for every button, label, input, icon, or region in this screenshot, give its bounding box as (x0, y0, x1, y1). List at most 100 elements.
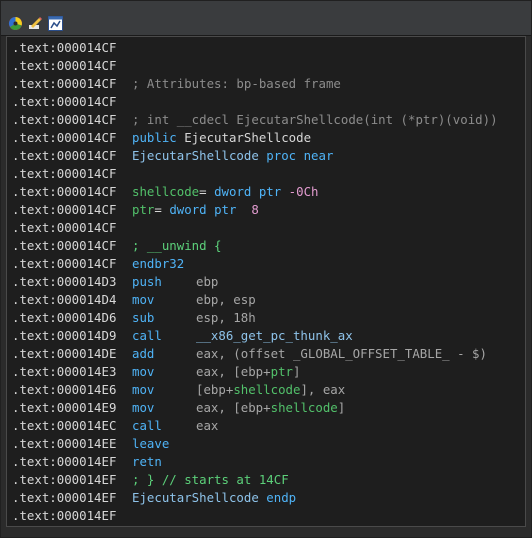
listing-line[interactable]: .text:000014EC call eax (12, 417, 218, 435)
stack-var-ref[interactable]: ptr (271, 364, 293, 379)
comment[interactable]: ; Attributes: bp-based frame (132, 76, 341, 91)
listing-line[interactable]: .text:000014CF (12, 165, 116, 183)
operand-tail[interactable]: ], eax (300, 382, 345, 397)
mnemonic[interactable]: sub (132, 309, 196, 327)
address-label[interactable]: .text:000014D9 (12, 328, 116, 343)
address-label[interactable]: .text:000014CF (12, 238, 116, 253)
proc-keyword[interactable]: endp (266, 490, 296, 505)
operand[interactable]: eax (196, 418, 218, 433)
stack-var-name[interactable]: ptr (132, 202, 154, 217)
equals[interactable]: = (199, 184, 214, 199)
operand-tail[interactable]: ] (293, 364, 300, 379)
address-label[interactable]: .text:000014CF (12, 166, 116, 181)
mnemonic[interactable]: mov (132, 291, 196, 309)
listing-line[interactable]: .text:000014EE leave (12, 435, 169, 453)
listing-line[interactable]: .text:000014E3 mov eax, [ebp+ptr] (12, 363, 300, 381)
operand-tail[interactable]: ] (338, 400, 345, 415)
listing-line[interactable]: .text:000014E9 mov eax, [ebp+shellcode] (12, 399, 345, 417)
stack-var-name[interactable]: shellcode (132, 184, 199, 199)
listing-line[interactable]: .text:000014CF ; int __cdecl EjecutarShel… (12, 111, 498, 129)
address-label[interactable]: .text:000014DE (12, 346, 116, 361)
mnemonic[interactable]: leave (132, 435, 196, 453)
operand[interactable]: eax, [ebp+ (196, 364, 271, 379)
listing-line[interactable]: .text:000014D9 call __x86_get_pc_thunk_ax (12, 327, 353, 345)
function-name[interactable]: EjecutarShellcode (132, 490, 266, 505)
listing-line[interactable]: .text:000014CF shellcode= dword ptr -0Ch (12, 183, 319, 201)
equals[interactable]: = (154, 202, 169, 217)
listing-line[interactable]: .text:000014DE add eax, (offset _GLOBAL_OF… (12, 345, 487, 363)
listing-line[interactable]: .text:000014CF endbr32 (12, 255, 184, 273)
operand[interactable]: esp, 18h (196, 310, 256, 325)
address-label[interactable]: .text:000014E6 (12, 382, 116, 397)
listing-line[interactable]: .text:000014EF retn (12, 453, 162, 471)
address-label[interactable]: .text:000014EF (12, 454, 116, 469)
address-label[interactable]: .text:000014CF (12, 184, 116, 199)
address-label[interactable]: .text:000014EE (12, 436, 116, 451)
mnemonic[interactable]: call (132, 327, 196, 345)
listing-line[interactable]: .text:000014CF public EjecutarShellcode (12, 129, 311, 147)
address-label[interactable]: .text:000014CF (12, 220, 116, 235)
address-label[interactable]: .text:000014EF (12, 490, 116, 505)
function-name[interactable]: EjecutarShellcode (132, 148, 266, 163)
address-label[interactable]: .text:000014D6 (12, 310, 116, 325)
address-label[interactable]: .text:000014CF (12, 94, 116, 109)
address-label[interactable]: .text:000014EC (12, 418, 116, 433)
mnemonic[interactable]: endbr32 (132, 255, 196, 273)
unwind-comment[interactable]: ; __unwind { (132, 238, 222, 253)
listing-line[interactable]: .text:000014CF (12, 57, 116, 75)
call-target[interactable]: __x86_get_pc_thunk_ax (196, 328, 353, 343)
address-label[interactable]: .text:000014CF (12, 202, 116, 217)
address-label[interactable]: .text:000014CF (12, 76, 116, 91)
operand[interactable]: eax, (offset _GLOBAL_OFFSET_TABLE_ - $) (196, 346, 487, 361)
operand[interactable]: ebp, esp (196, 292, 256, 307)
listing-line[interactable]: .text:000014CF EjecutarShellcode proc nea… (12, 147, 333, 165)
mnemonic[interactable]: mov (132, 363, 196, 381)
address-label[interactable]: .text:000014CF (12, 130, 116, 145)
function-name[interactable]: EjecutarShellcode (184, 130, 311, 145)
var-type[interactable]: dword ptr (214, 184, 281, 199)
address-label[interactable]: .text:000014CF (12, 40, 116, 55)
mnemonic[interactable]: push (132, 273, 196, 291)
listing-line[interactable]: .text:000014EF ; } // starts at 14CF (12, 471, 289, 489)
listing-line[interactable]: .text:000014E6 mov [ebp+shellcode], eax (12, 381, 345, 399)
listing-line[interactable]: .text:000014D3 push ebp (12, 273, 218, 291)
mnemonic[interactable]: call (132, 417, 196, 435)
proc-keyword[interactable]: proc near (266, 148, 333, 163)
operand[interactable]: [ebp+ (196, 382, 233, 397)
listing-line[interactable]: .text:000014EF (12, 507, 116, 525)
listing-line[interactable]: .text:000014CF (12, 219, 116, 237)
listing-line[interactable]: .text:000014EF EjecutarShellcode endp (12, 489, 296, 507)
listing-line[interactable]: .text:000014CF ptr= dword ptr 8 (12, 201, 259, 219)
edit-pencil-icon[interactable] (28, 16, 43, 31)
address-label[interactable]: .text:000014EF (12, 508, 116, 523)
operand[interactable]: eax, [ebp+ (196, 400, 271, 415)
address-label[interactable]: .text:000014CF (12, 58, 116, 73)
disassembly-listing[interactable]: .text:000014CF .text:000014CF .text:000014… (6, 36, 526, 527)
address-label[interactable]: .text:000014CF (12, 148, 116, 163)
stack-var-ref[interactable]: shellcode (233, 382, 300, 397)
public-keyword[interactable]: public (132, 130, 184, 145)
graph-view-icon[interactable] (48, 16, 63, 31)
listing-line[interactable]: .text:000014D6 sub esp, 18h (12, 309, 256, 327)
listing-line[interactable]: .text:000014CF (12, 39, 116, 57)
mnemonic[interactable]: add (132, 345, 196, 363)
listing-line[interactable]: .text:000014D4 mov ebp, esp (12, 291, 256, 309)
address-label[interactable]: .text:000014E9 (12, 400, 116, 415)
address-label[interactable]: .text:000014CF (12, 256, 116, 271)
address-label[interactable]: .text:000014E3 (12, 364, 116, 379)
stack-var-ref[interactable]: shellcode (271, 400, 338, 415)
color-wheel-icon[interactable] (8, 16, 23, 31)
listing-line[interactable]: .text:000014CF ; Attributes: bp-based fra… (12, 75, 341, 93)
address-label[interactable]: .text:000014CF (12, 112, 116, 127)
listing-line[interactable]: .text:000014CF ; __unwind { (12, 237, 222, 255)
listing-line[interactable]: .text:000014CF (12, 93, 116, 111)
mnemonic[interactable]: retn (132, 453, 196, 471)
address-label[interactable]: .text:000014D4 (12, 292, 116, 307)
address-label[interactable]: .text:000014D3 (12, 274, 116, 289)
var-offset[interactable]: 8 (236, 202, 258, 217)
mnemonic[interactable]: mov (132, 399, 196, 417)
var-type[interactable]: dword ptr (169, 202, 236, 217)
comment[interactable]: ; int __cdecl EjecutarShellcode(int (*pt… (132, 112, 498, 127)
unwind-comment[interactable]: ; } // starts at 14CF (132, 472, 289, 487)
mnemonic[interactable]: mov (132, 381, 196, 399)
